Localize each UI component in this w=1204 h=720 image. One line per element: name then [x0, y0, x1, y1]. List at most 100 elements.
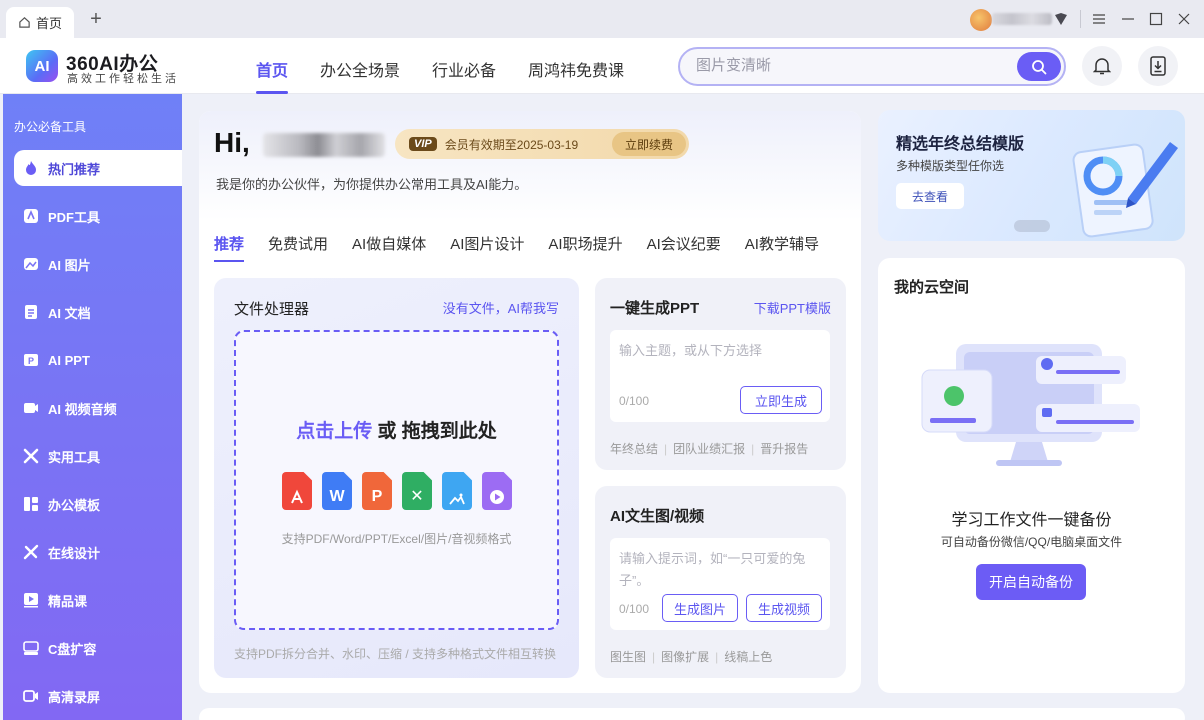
cloud-description: 可自动备份微信/QQ/电脑桌面文件 — [940, 535, 1123, 549]
svg-text:P: P — [28, 356, 34, 366]
banner-subtitle: 多种模版类型任你选 — [896, 159, 1005, 173]
tab-home[interactable]: 首页 — [6, 7, 74, 38]
cloud-headline: 学习工作文件一键备份 — [951, 512, 1112, 529]
search-input[interactable] — [696, 57, 1006, 74]
sidebar-item-templates[interactable]: 办公模板 — [14, 486, 182, 522]
ppt-file-icon: P — [362, 472, 392, 510]
sidebar-heading: 办公必备工具 — [14, 120, 87, 134]
enable-backup-button[interactable]: 开启自动备份 — [976, 564, 1086, 600]
suggestion-tag[interactable]: 团队业绩汇报 — [673, 442, 745, 456]
bottom-card-edge — [199, 708, 1185, 720]
ppt-topic-input[interactable]: 输入主题，或从下方选择 0/100 立即生成 — [610, 330, 830, 422]
tools-icon — [22, 447, 40, 465]
cloud-backup-illustration-icon — [921, 344, 1140, 466]
username-blurred — [992, 13, 1052, 25]
upload-dropzone[interactable]: 点击上传 或 拖拽到此处 W P ✕ 支持PDF/Word/PPT/Excel/… — [234, 330, 559, 630]
vip-status: VIP 会员有效期至2025-03-19 立即续费 — [395, 129, 689, 159]
notification-button[interactable] — [1082, 46, 1122, 86]
sidebar-item-ai-ppt[interactable]: P AI PPT — [14, 342, 182, 378]
tab-recommend[interactable]: 推荐 — [214, 233, 245, 263]
record-icon — [22, 687, 40, 705]
suggestion-tag[interactable]: 图像扩展 — [661, 650, 709, 664]
media-file-icon — [482, 472, 512, 510]
sidebar-item-label: 实用工具 — [48, 449, 101, 465]
download-button[interactable] — [1138, 46, 1178, 86]
tab-label: 首页 — [36, 16, 63, 31]
main-nav: 首页 办公全场景 行业必备 周鸿祎免费课 — [256, 38, 656, 94]
sidebar-item-disk[interactable]: C盘扩容 — [14, 630, 182, 666]
pdf-icon — [22, 207, 40, 225]
ppt-suggestions: 年终总结 | 团队业绩汇报 | 晋升报告 — [610, 440, 808, 457]
close-icon[interactable] — [1175, 10, 1193, 28]
ppt-icon: P — [22, 351, 40, 369]
nav-office-scenes[interactable]: 办公全场景 — [320, 38, 400, 94]
home-icon — [19, 17, 30, 28]
sidebar: 办公必备工具 热门推荐 PDF工具 AI 图片 AI 文档 P AI PPT A… — [3, 94, 182, 720]
menu-icon[interactable] — [1090, 10, 1108, 28]
ai-media-panel: AI文生图/视频 请输入提示词，如“一只可爱的兔子”。 0/100 生成图片 生… — [595, 486, 846, 678]
generate-image-button[interactable]: 生成图片 — [662, 594, 738, 622]
sidebar-item-record[interactable]: 高清录屏 — [14, 678, 182, 714]
suggestion-tag[interactable]: 晋升报告 — [760, 442, 808, 456]
sidebar-item-tools[interactable]: 实用工具 — [14, 438, 182, 474]
supported-formats: 支持PDF/Word/PPT/Excel/图片/音视频格式 — [281, 532, 512, 546]
welcome-section — [199, 111, 861, 221]
tab-meeting[interactable]: AI会议纪要 — [647, 233, 721, 263]
ai-media-suggestions: 图生图 | 图像扩展 | 线稿上色 — [610, 648, 772, 665]
logo-badge: AI — [26, 50, 58, 82]
sidebar-item-label: 热门推荐 — [48, 161, 101, 177]
prompt-char-count: 0/100 — [619, 602, 650, 616]
drag-text: 或 拖拽到此处 — [372, 421, 497, 442]
minimize-icon[interactable] — [1119, 10, 1137, 28]
ppt-topic-placeholder: 输入主题，或从下方选择 — [619, 343, 763, 358]
suggestion-tag[interactable]: 线稿上色 — [724, 650, 772, 664]
nav-industry[interactable]: 行业必备 — [432, 38, 496, 94]
sidebar-item-label: AI 视频音频 — [48, 401, 117, 417]
tab-teaching[interactable]: AI教学辅导 — [745, 233, 819, 263]
upload-link[interactable]: 点击上传 — [296, 421, 372, 442]
sidebar-item-ai-doc[interactable]: AI 文档 — [14, 294, 182, 330]
tag-separator: | — [751, 442, 755, 456]
download-ppt-template-link[interactable]: 下载PPT模版 — [754, 298, 831, 317]
nav-home[interactable]: 首页 — [256, 38, 289, 94]
divider — [1080, 10, 1081, 28]
carousel-dots[interactable] — [1014, 220, 1050, 232]
vip-shield-icon — [1055, 13, 1067, 25]
sidebar-item-ai-video[interactable]: AI 视频音频 — [14, 390, 182, 426]
bell-icon — [1093, 58, 1111, 75]
new-tab-button[interactable]: + — [86, 9, 106, 29]
sidebar-item-hot[interactable]: 热门推荐 — [14, 150, 182, 186]
tab-image-design[interactable]: AI图片设计 — [450, 233, 524, 263]
ai-write-link[interactable]: 没有文件，AI帮我写 — [443, 298, 559, 317]
nav-free-course[interactable]: 周鸿祎免费课 — [528, 38, 624, 94]
category-tabs: 推荐 免费试用 AI做自媒体 AI图片设计 AI职场提升 AI会议纪要 AI教学… — [214, 233, 843, 263]
prompt-input[interactable]: 请输入提示词，如“一只可爱的兔子”。 0/100 生成图片 生成视频 — [610, 538, 830, 630]
tab-free-trial[interactable]: 免费试用 — [268, 233, 328, 263]
sidebar-item-design[interactable]: 在线设计 — [14, 534, 182, 570]
maximize-icon[interactable] — [1147, 10, 1165, 28]
sidebar-item-courses[interactable]: 精品课 — [14, 582, 182, 618]
suggestion-tag[interactable]: 图生图 — [610, 650, 646, 664]
upload-prompt: 点击上传 或 拖拽到此处 — [236, 416, 557, 443]
view-templates-button[interactable]: 去查看 — [896, 183, 964, 209]
renew-button[interactable]: 立即续费 — [612, 132, 686, 156]
promo-banner[interactable]: 精选年终总结模版 多种模版类型任你选 去查看 — [878, 110, 1185, 241]
search-box — [678, 47, 1066, 86]
sidebar-item-ai-image[interactable]: AI 图片 — [14, 246, 182, 282]
sidebar-item-label: PDF工具 — [48, 209, 101, 225]
ppt-title: 一键生成PPT — [610, 300, 700, 317]
search-button[interactable] — [1017, 52, 1061, 81]
sidebar-item-label: 在线设计 — [48, 545, 101, 561]
suggestion-tag[interactable]: 年终总结 — [610, 442, 658, 456]
search-icon — [1032, 59, 1047, 74]
logo-subtitle: 高效工作轻松生活 — [67, 73, 179, 85]
greeting: Hi, — [214, 127, 250, 158]
avatar[interactable] — [970, 9, 992, 31]
tab-self-media[interactable]: AI做自媒体 — [352, 233, 426, 263]
tab-career[interactable]: AI职场提升 — [548, 233, 622, 263]
generate-video-button[interactable]: 生成视频 — [746, 594, 822, 622]
download-icon — [1150, 56, 1166, 76]
sidebar-item-pdf[interactable]: PDF工具 — [14, 198, 182, 234]
sidebar-item-label: C盘扩容 — [48, 641, 97, 657]
generate-ppt-button[interactable]: 立即生成 — [740, 386, 822, 414]
